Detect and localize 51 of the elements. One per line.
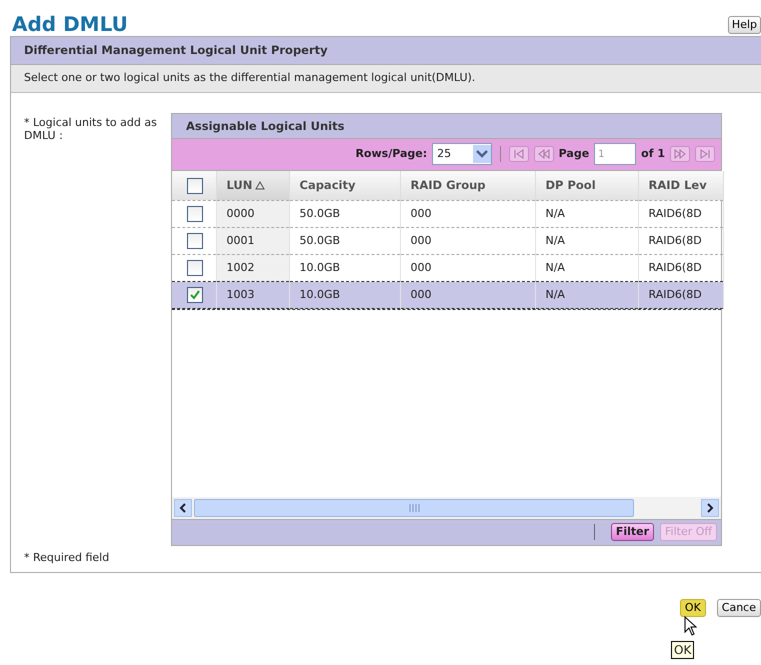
filter-button[interactable]: Filter	[610, 523, 654, 542]
column-header[interactable]: RAID Lev	[638, 170, 723, 201]
checkbox[interactable]	[187, 206, 203, 222]
table-cell: 1003	[216, 282, 289, 309]
table-cell: 0000	[216, 200, 289, 228]
table-title: Assignable Logical Units	[172, 114, 721, 138]
rows-per-page-label: Rows/Page:	[355, 146, 428, 162]
help-button[interactable]: Help	[728, 16, 761, 34]
panel-header: Differential Management Logical Unit Property	[11, 37, 761, 66]
last-page-icon	[699, 149, 711, 160]
scroll-left-button[interactable]	[174, 498, 192, 517]
first-page-icon	[512, 149, 525, 160]
rewind-icon	[538, 149, 550, 160]
cancel-button[interactable]: Cance	[716, 599, 761, 617]
checkbox[interactable]	[187, 287, 203, 304]
table-cell: 50.0GB	[289, 228, 400, 255]
chevron-left-icon	[179, 502, 187, 513]
chevron-right-icon	[706, 502, 714, 513]
table-cell: 10.0GB	[289, 282, 400, 309]
table-cell: RAID6(8D	[638, 282, 723, 309]
fast-forward-icon	[674, 149, 686, 160]
table-cell: 000	[400, 228, 535, 255]
column-header[interactable]: DP Pool	[535, 170, 638, 201]
rows-per-page-select[interactable]: 25	[432, 143, 492, 166]
scrollbar-thumb[interactable]	[194, 498, 634, 517]
ok-button[interactable]: OK	[680, 599, 706, 617]
table-cell: N/A	[535, 228, 638, 255]
page-label: Page	[558, 146, 590, 162]
tooltip: OK	[671, 641, 694, 659]
table-cell: RAID6(8D	[638, 228, 723, 255]
panel-description: Select one or two logical units as the differential management logical unit(DMLU).	[11, 65, 761, 93]
horizontal-scrollbar[interactable]	[172, 496, 721, 519]
column-header[interactable]: RAID Group	[400, 170, 535, 201]
checkbox[interactable]	[187, 260, 203, 276]
table-cell: RAID6(8D	[638, 200, 723, 228]
table-cell: 50.0GB	[289, 200, 400, 228]
page-title: Add DMLU	[12, 14, 128, 34]
page-count: of 1	[641, 146, 665, 162]
scroll-right-button[interactable]	[701, 498, 719, 517]
table-cell: 000	[400, 200, 535, 228]
table-cell: 1002	[216, 254, 289, 282]
checkbox[interactable]	[187, 178, 203, 194]
table-cell: N/A	[535, 282, 638, 309]
required-field-note: * Required field	[23, 550, 110, 566]
table-cell: 000	[400, 282, 535, 309]
field-label: * Logical units to add as DMLU :	[24, 116, 157, 142]
column-header[interactable]: Capacity	[289, 170, 400, 201]
checkbox[interactable]	[187, 233, 203, 250]
table-cell: N/A	[535, 200, 638, 228]
table-cell: 0001	[216, 228, 289, 255]
mouse-cursor-icon	[684, 616, 698, 636]
